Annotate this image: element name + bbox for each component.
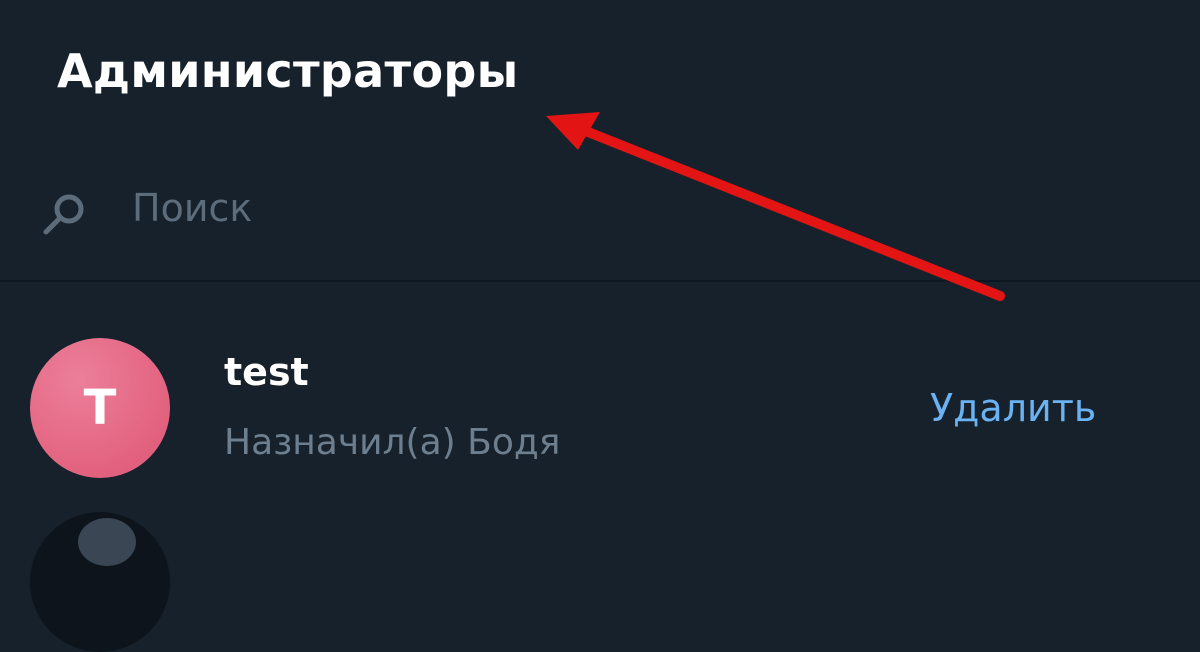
avatar[interactable] <box>30 512 170 652</box>
remove-admin-button[interactable]: Удалить <box>930 386 1096 430</box>
admin-list-item[interactable]: T test Назначил(а) Бодя Удалить <box>0 316 1200 496</box>
divider <box>0 280 1200 282</box>
admin-name: test <box>224 350 309 394</box>
avatar-initial: T <box>83 380 117 436</box>
admin-status: Назначил(а) Бодя <box>224 422 561 463</box>
search-bar[interactable] <box>0 178 1200 240</box>
search-input[interactable] <box>132 184 1032 232</box>
admins-panel: Администраторы T test Назначил(а) Бодя У… <box>0 0 1200 652</box>
page-title: Администраторы <box>57 44 519 98</box>
avatar[interactable]: T <box>30 338 170 478</box>
search-icon <box>43 194 84 235</box>
avatar-image <box>78 518 136 566</box>
